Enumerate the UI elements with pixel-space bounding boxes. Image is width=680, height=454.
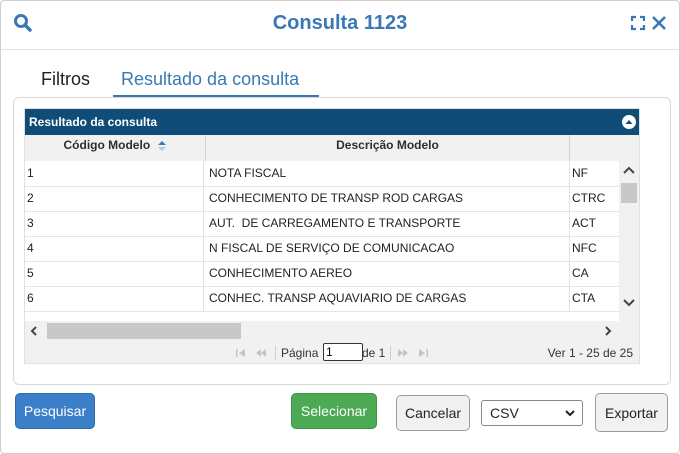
table-row[interactable]: 3 AUT. DE CARREGAMENTO E TRANSPORTE ACT <box>25 211 619 237</box>
prev-page-icon[interactable] <box>255 348 267 358</box>
scroll-left-icon[interactable] <box>29 326 39 336</box>
horizontal-scrollbar[interactable] <box>25 321 619 341</box>
cell-descricao: AUT. DE CARREGAMENTO E TRANSPORTE <box>206 211 570 236</box>
table-row[interactable]: 6 CONHEC. TRANSP AQUAVIARIO DE CARGAS CT… <box>25 286 619 312</box>
cancelar-button[interactable]: Cancelar <box>396 395 470 431</box>
cell-descricao: N FISCAL DE SERVIÇO DE COMUNICACAO <box>206 236 570 261</box>
page-number-input[interactable] <box>323 343 363 361</box>
first-page-icon[interactable] <box>235 348 247 358</box>
last-page-icon[interactable] <box>417 348 429 358</box>
vertical-scrollbar[interactable] <box>619 161 639 321</box>
column-header-label: Código Modelo <box>63 138 151 152</box>
cell-codigo: 1 <box>27 161 204 186</box>
cell-sigla: NF <box>572 166 588 180</box>
column-header-sigla[interactable] <box>570 135 620 161</box>
grid-caption: Resultado da consulta <box>25 109 639 135</box>
pesquisar-button[interactable]: Pesquisar <box>15 393 95 429</box>
cell-codigo: 6 <box>27 286 204 311</box>
dialog-header: Consulta 1123 <box>1 1 679 50</box>
cell-codigo: 4 <box>27 236 204 261</box>
column-header-descricao-modelo[interactable]: Descrição Modelo <box>206 135 570 161</box>
cell-codigo: 3 <box>27 211 204 236</box>
chevron-down-icon <box>565 410 575 417</box>
column-header-codigo-modelo[interactable]: Código Modelo <box>25 135 206 161</box>
cell-sigla: NFC <box>572 241 597 255</box>
selecionar-button[interactable]: Selecionar <box>291 393 377 429</box>
export-format-value: CSV <box>490 405 519 421</box>
dialog-title: Consulta 1123 <box>272 12 408 34</box>
cell-sigla: CTA <box>572 291 596 305</box>
cell-sigla: CA <box>572 266 589 280</box>
tab-filtros[interactable]: Filtros <box>41 69 90 90</box>
cell-sigla: CTRC <box>572 191 606 205</box>
pager-separator <box>390 346 391 360</box>
table-row[interactable]: 5 CONHECIMENTO AEREO CA <box>25 261 619 287</box>
grid-rows: 1 NOTA FISCAL NF 2 CONHECIMENTO DE TRANS… <box>25 161 619 321</box>
table-row[interactable]: 2 CONHECIMENTO DE TRANSP ROD CARGAS CTRC <box>25 186 619 212</box>
close-icon[interactable] <box>651 15 667 31</box>
cell-descricao: CONHECIMENTO DE TRANSP ROD CARGAS <box>206 186 570 211</box>
sort-icon <box>157 140 166 151</box>
collapse-icon[interactable] <box>621 114 637 130</box>
cell-descricao: CONHECIMENTO AEREO <box>206 261 570 286</box>
export-format-select[interactable]: CSV <box>481 400 583 426</box>
cell-sigla: ACT <box>572 216 596 230</box>
horizontal-scroll-thumb[interactable] <box>47 323 241 339</box>
exportar-button[interactable]: Exportar <box>595 393 668 432</box>
tab-resultado-da-consulta[interactable]: Resultado da consulta <box>121 69 299 90</box>
records-info: Ver 1 - 25 de 25 <box>547 346 633 360</box>
next-page-icon[interactable] <box>397 348 409 358</box>
result-grid: Resultado da consulta Código Modelo Desc… <box>24 108 640 364</box>
expand-icon[interactable] <box>630 15 646 31</box>
cell-descricao: NOTA FISCAL <box>206 161 570 186</box>
pager-separator <box>275 346 276 360</box>
cell-codigo: 5 <box>27 261 204 286</box>
vertical-scroll-thumb[interactable] <box>621 183 637 203</box>
cell-descricao: CONHEC. TRANSP AQUAVIARIO DE CARGAS <box>206 286 570 311</box>
grid-caption-title: Resultado da consulta <box>29 115 158 129</box>
scroll-down-icon[interactable] <box>623 298 635 308</box>
page-total-label: de 1 <box>362 346 386 360</box>
cell-codigo: 2 <box>27 186 204 211</box>
table-row[interactable]: 4 N FISCAL DE SERVIÇO DE COMUNICACAO NFC <box>25 236 619 262</box>
consulta-dialog: Consulta 1123 Filtros Resultado da consu… <box>0 0 680 454</box>
scroll-right-icon[interactable] <box>603 326 613 336</box>
table-row[interactable]: 1 NOTA FISCAL NF <box>25 161 619 187</box>
column-header-label: Descrição Modelo <box>336 138 439 152</box>
result-panel: Resultado da consulta Código Modelo Desc… <box>13 97 671 385</box>
page-label: Página <box>281 346 319 360</box>
pager: Página de 1 Ver 1 - 25 de 25 <box>25 343 639 363</box>
scroll-up-icon[interactable] <box>623 165 635 175</box>
column-headers: Código Modelo Descrição Modelo <box>25 135 639 161</box>
